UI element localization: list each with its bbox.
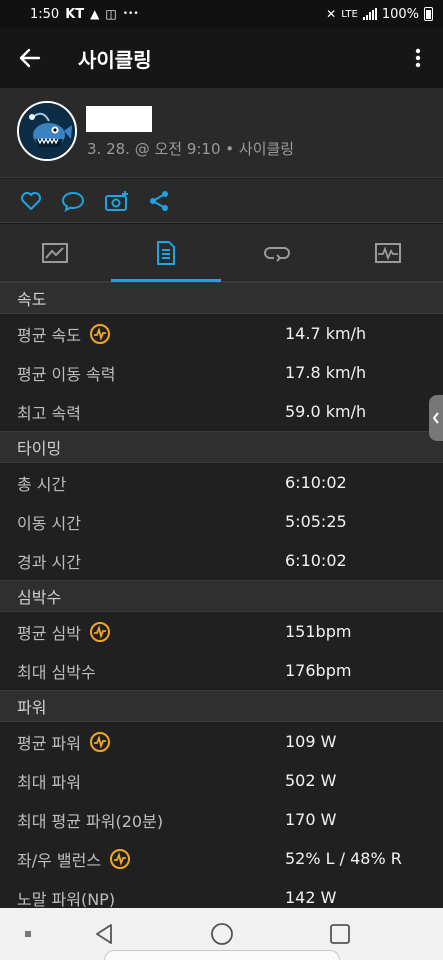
stat-row-avg-speed: 평균 속도 14.7 km/h: [0, 314, 443, 353]
share-icon: [150, 191, 168, 211]
gesture-handle: [104, 950, 340, 960]
app-bar: 사이클링: [0, 28, 443, 88]
chevron-left-icon: [432, 412, 439, 424]
stat-value: 17.8 km/h: [285, 363, 367, 382]
stat-value: 5:05:25: [285, 512, 347, 531]
stat-label: 최고 속력: [17, 403, 81, 423]
battery-icon: [424, 7, 433, 21]
tab-laps[interactable]: [222, 224, 332, 282]
stat-row-max-hr: 최대 심박수 176bpm: [0, 651, 443, 690]
tab-bar: [0, 224, 443, 282]
nav-dot-button[interactable]: [16, 922, 40, 946]
stat-row-avg-moving-speed: 평균 이동 속력 17.8 km/h: [0, 353, 443, 392]
anglerfish-avatar-icon: [19, 103, 75, 159]
more-options-button[interactable]: [403, 43, 433, 73]
stat-value: 502 W: [285, 771, 337, 790]
stat-value: 6:10:02: [285, 551, 347, 570]
status-carrier: KT: [65, 6, 85, 22]
like-button[interactable]: [18, 189, 44, 213]
warning-icon: ▲: [90, 7, 100, 21]
stat-value: 151bpm: [285, 622, 352, 641]
stat-label: 좌/우 밸런스: [17, 850, 102, 870]
stat-row-avg-hr: 평균 심박 151bpm: [0, 612, 443, 651]
stat-label: 평균 파워: [17, 733, 81, 753]
page-title: 사이클링: [78, 47, 152, 72]
status-bar: 1:50 KT ▲ ◫ ••• ✕ LTE 100%: [0, 0, 443, 28]
activity-meta: 3. 28. @ 오전 9:10 • 사이클링: [87, 140, 295, 158]
stat-row-lr-balance: 좌/우 밸런스 52% L / 48% R: [0, 839, 443, 878]
status-time: 1:50: [30, 6, 60, 22]
pulse-badge-icon: [110, 848, 131, 869]
stat-label: 평균 이동 속력: [17, 364, 116, 384]
back-triangle-icon: [96, 924, 112, 944]
pulse-badge-icon: [89, 621, 110, 642]
network-icon: LTE: [341, 8, 358, 20]
stat-value: 14.7 km/h: [285, 324, 367, 343]
stats-list: 속도 평균 속도 14.7 km/h 평균 이동 속력 17.8 km/h 최고…: [0, 282, 443, 908]
stat-value: 52% L / 48% R: [285, 849, 402, 868]
nav-back-button[interactable]: [92, 922, 116, 946]
stat-row-max-speed: 최고 속력 59.0 km/h: [0, 392, 443, 431]
signal-icon: [362, 8, 377, 20]
section-timing-header: 타이밍: [0, 431, 443, 463]
add-photo-icon: [105, 191, 128, 211]
comment-button[interactable]: [60, 189, 86, 213]
stat-row-elapsed-time: 경과 시간 6:10:02: [0, 541, 443, 580]
battery-percent: 100%: [381, 6, 419, 22]
stat-row-total-time: 총 시간 6:10:02: [0, 463, 443, 502]
tab-graph[interactable]: [333, 224, 443, 282]
stat-row-avg-power: 평균 파워 109 W: [0, 722, 443, 761]
stat-label: 노말 파워(NP): [17, 889, 116, 909]
stat-row-max-power: 최대 파워 502 W: [0, 761, 443, 800]
stats-tab-icon: [157, 241, 175, 265]
stat-label: 총 시간: [17, 474, 67, 494]
stat-value: 142 W: [285, 888, 337, 907]
activity-header: 3. 28. @ 오전 9:10 • 사이클링: [0, 88, 443, 178]
add-photo-button[interactable]: [104, 189, 130, 213]
username-redacted: [86, 106, 152, 132]
more-notifications-icon: •••: [122, 9, 139, 19]
section-heart-rate-header: 심박수: [0, 580, 443, 612]
stat-label: 평균 심박: [17, 623, 81, 643]
action-bar: [0, 179, 443, 223]
graph-tab-icon: [375, 243, 401, 263]
pulse-badge-icon: [89, 731, 110, 752]
notification-icon: ◫: [105, 7, 117, 21]
recents-square-icon: [330, 924, 350, 944]
stat-label: 경과 시간: [17, 552, 81, 572]
stat-label: 이동 시간: [17, 513, 81, 533]
stat-value: 109 W: [285, 732, 337, 751]
nav-home-button[interactable]: [210, 922, 234, 946]
mute-icon: ✕: [326, 7, 337, 21]
stat-row-max-avg-power-20m: 최대 평균 파워(20분) 170 W: [0, 800, 443, 839]
more-vert-icon: [415, 48, 421, 68]
comment-icon: [61, 191, 85, 212]
pulse-badge-icon: [89, 323, 110, 344]
stat-row-moving-time: 이동 시간 5:05:25: [0, 502, 443, 541]
tab-stats[interactable]: [111, 224, 221, 282]
dot-icon: [25, 931, 31, 937]
stat-label: 평균 속도: [17, 325, 81, 345]
stat-row-normalized-power: 노말 파워(NP) 142 W: [0, 878, 443, 908]
laps-tab-icon: [264, 247, 290, 262]
section-speed-header: 속도: [0, 282, 443, 314]
avatar[interactable]: [17, 101, 77, 161]
stat-value: 6:10:02: [285, 473, 347, 492]
side-drawer-handle[interactable]: [429, 395, 443, 441]
nav-recents-button[interactable]: [328, 922, 352, 946]
stat-label: 최대 파워: [17, 772, 81, 792]
back-arrow-icon: [19, 48, 41, 68]
stat-value: 59.0 km/h: [285, 402, 367, 421]
tab-chart[interactable]: [0, 224, 110, 282]
home-circle-icon: [211, 923, 233, 945]
chart-tab-icon: [42, 243, 68, 263]
stat-value: 170 W: [285, 810, 337, 829]
share-button[interactable]: [146, 189, 172, 213]
stat-label: 최대 평균 파워(20분): [17, 811, 164, 831]
section-power-header: 파워: [0, 690, 443, 722]
back-button[interactable]: [0, 28, 60, 88]
like-icon: [21, 192, 41, 210]
stat-value: 176bpm: [285, 661, 352, 680]
stat-label: 최대 심박수: [17, 662, 96, 682]
